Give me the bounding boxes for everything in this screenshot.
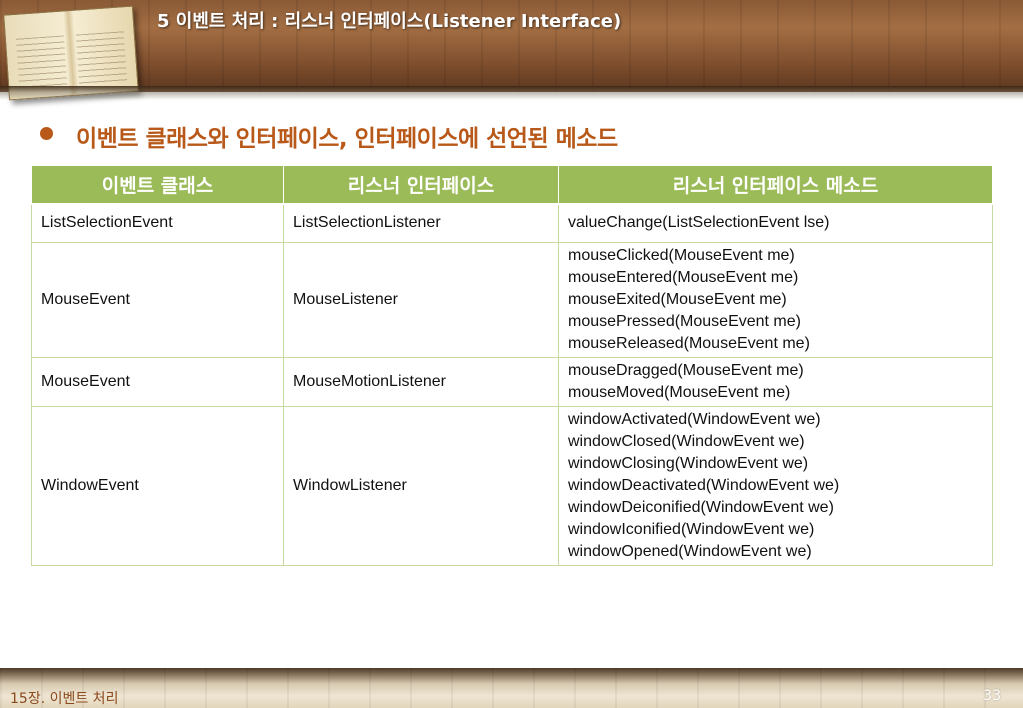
methods-cell: mouseDragged(MouseEvent me) mouseMoved(M… <box>558 356 993 407</box>
methods-cell: mouseClicked(MouseEvent me) mouseEntered… <box>558 241 993 358</box>
footer-chapter-label: 15장. 이벤트 처리 <box>10 691 119 707</box>
event-class-cell: MouseEvent <box>31 241 284 358</box>
event-class-cell: WindowEvent <box>31 405 284 566</box>
column-header-listener-interface: 리스너 인터페이스 <box>283 165 559 205</box>
section-heading: 이벤트 클래스와 인터페이스, 인터페이스에 선언된 메소드 <box>76 126 618 152</box>
listener-cell: MouseListener <box>283 241 559 358</box>
listener-cell: MouseMotionListener <box>283 356 559 407</box>
header-divider <box>0 86 1023 100</box>
listener-cell: WindowListener <box>283 405 559 566</box>
listener-cell: ListSelectionListener <box>283 203 559 243</box>
table-row: WindowEvent WindowListener windowActivat… <box>31 405 993 566</box>
table-row: MouseEvent MouseMotionListener mouseDrag… <box>31 356 993 407</box>
footer-banner <box>0 668 1023 708</box>
column-header-event-class: 이벤트 클래스 <box>31 165 284 205</box>
table-row: MouseEvent MouseListener mouseClicked(Mo… <box>31 241 993 358</box>
bullet-dot-icon <box>40 127 53 140</box>
table-row: ListSelectionEvent ListSelectionListener… <box>31 203 993 243</box>
table-header-row: 이벤트 클래스 리스너 인터페이스 리스너 인터페이스 메소드 <box>31 165 993 205</box>
page-number: 33 <box>983 688 1001 704</box>
event-class-cell: MouseEvent <box>31 356 284 407</box>
column-header-listener-methods: 리스너 인터페이스 메소드 <box>558 165 993 205</box>
methods-cell: valueChange(ListSelectionEvent lse) <box>558 203 993 243</box>
listener-table: 이벤트 클래스 리스너 인터페이스 리스너 인터페이스 메소드 ListSele… <box>31 165 993 566</box>
slide-title: 5 이벤트 처리 : 리스너 인터페이스(Listener Interface) <box>157 11 622 32</box>
event-class-cell: ListSelectionEvent <box>31 203 284 243</box>
methods-cell: windowActivated(WindowEvent we) windowCl… <box>558 405 993 566</box>
